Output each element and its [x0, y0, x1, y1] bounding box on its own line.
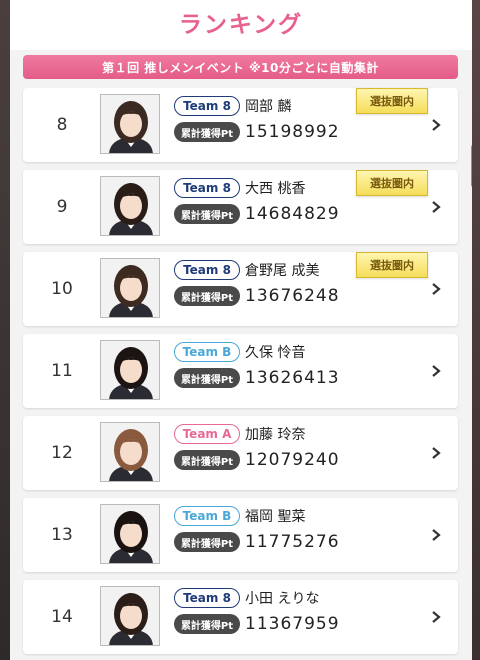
ranking-row[interactable]: 12 Team A 加藤 玲奈 累計獲得Pt 12079240 — [23, 416, 458, 490]
member-name: 岡部 麟 — [245, 99, 292, 115]
points-label: 累計獲得Pt — [174, 122, 240, 142]
ranking-row[interactable]: 9 Team 8 大西 桃香 累計獲得Pt 14684829 選抜圏内 — [23, 170, 458, 244]
ranking-row[interactable]: 8 Team 8 岡部 麟 累計獲得Pt 15198992 選抜圏内 — [23, 88, 458, 162]
chevron-right-icon[interactable] — [426, 115, 446, 135]
chevron-right-icon[interactable] — [426, 443, 446, 463]
points-label: 累計獲得Pt — [174, 204, 240, 224]
team-badge: Team 8 — [174, 178, 240, 198]
member-photo-image — [101, 259, 159, 317]
points-value: 15198992 — [245, 122, 340, 142]
member-name: 倉野尾 成美 — [245, 263, 320, 279]
rank-number: 13 — [51, 525, 73, 545]
chevron-right-icon[interactable] — [426, 361, 446, 381]
event-banner: 第１回 推しメンイベント ※10分ごとに自動集計 — [23, 55, 458, 79]
member-name: 久保 怜音 — [245, 345, 306, 361]
member-name: 大西 桃香 — [245, 181, 306, 197]
selection-badge: 選抜圏内 — [356, 252, 428, 278]
member-name: 福岡 聖菜 — [245, 509, 306, 525]
member-photo — [100, 94, 160, 154]
chevron-right-icon[interactable] — [426, 607, 446, 627]
ranking-row[interactable]: 13 Team B 福岡 聖菜 累計獲得Pt 11775276 — [23, 498, 458, 572]
points-value: 11367959 — [245, 614, 340, 634]
team-badge: Team 8 — [174, 96, 240, 116]
member-name: 小田 えりな — [245, 591, 320, 607]
ranking-row[interactable]: 11 Team B 久保 怜音 累計獲得Pt 13626413 — [23, 334, 458, 408]
points-label: 累計獲得Pt — [174, 532, 240, 552]
chevron-right-icon[interactable] — [426, 197, 446, 217]
points-value: 13626413 — [245, 368, 340, 388]
ranking-row[interactable]: 10 Team 8 倉野尾 成美 累計獲得Pt 13676248 選抜圏内 — [23, 252, 458, 326]
background-left — [0, 0, 10, 660]
member-photo — [100, 176, 160, 236]
member-photo-image — [101, 587, 159, 645]
points-value: 14684829 — [245, 204, 340, 224]
points-value: 12079240 — [245, 450, 340, 470]
header: ランキング — [10, 0, 472, 50]
points-value: 13676248 — [245, 286, 340, 306]
chevron-right-icon[interactable] — [426, 279, 446, 299]
points-label: 累計獲得Pt — [174, 614, 240, 634]
team-badge: Team 8 — [174, 588, 240, 608]
points-value: 11775276 — [245, 532, 340, 552]
team-badge: Team B — [174, 342, 240, 362]
member-photo — [100, 504, 160, 564]
rank-number: 9 — [56, 197, 68, 217]
rank-number: 8 — [56, 115, 68, 135]
member-photo-image — [101, 505, 159, 563]
page-title: ランキング — [178, 12, 304, 38]
ranking-panel: ランキング 第１回 推しメンイベント ※10分ごとに自動集計 8 Team 8 … — [10, 0, 472, 660]
member-photo-image — [101, 423, 159, 481]
selection-badge: 選抜圏内 — [356, 170, 428, 196]
points-label: 累計獲得Pt — [174, 450, 240, 470]
member-photo — [100, 340, 160, 400]
ranking-row[interactable]: 14 Team 8 小田 えりな 累計獲得Pt 11367959 — [23, 580, 458, 654]
points-label: 累計獲得Pt — [174, 286, 240, 306]
points-label: 累計獲得Pt — [174, 368, 240, 388]
rank-number: 11 — [51, 361, 73, 381]
scrollbar[interactable] — [471, 145, 472, 187]
member-name: 加藤 玲奈 — [245, 427, 306, 443]
rank-number: 10 — [51, 279, 73, 299]
member-photo-image — [101, 177, 159, 235]
rank-number: 12 — [51, 443, 73, 463]
member-photo — [100, 422, 160, 482]
member-photo — [100, 258, 160, 318]
member-photo-image — [101, 95, 159, 153]
team-badge: Team B — [174, 506, 240, 526]
selection-badge: 選抜圏内 — [356, 88, 428, 114]
chevron-right-icon[interactable] — [426, 525, 446, 545]
rank-number: 14 — [51, 607, 73, 627]
member-photo-image — [101, 341, 159, 399]
member-photo — [100, 586, 160, 646]
team-badge: Team 8 — [174, 260, 240, 280]
team-badge: Team A — [174, 424, 240, 444]
